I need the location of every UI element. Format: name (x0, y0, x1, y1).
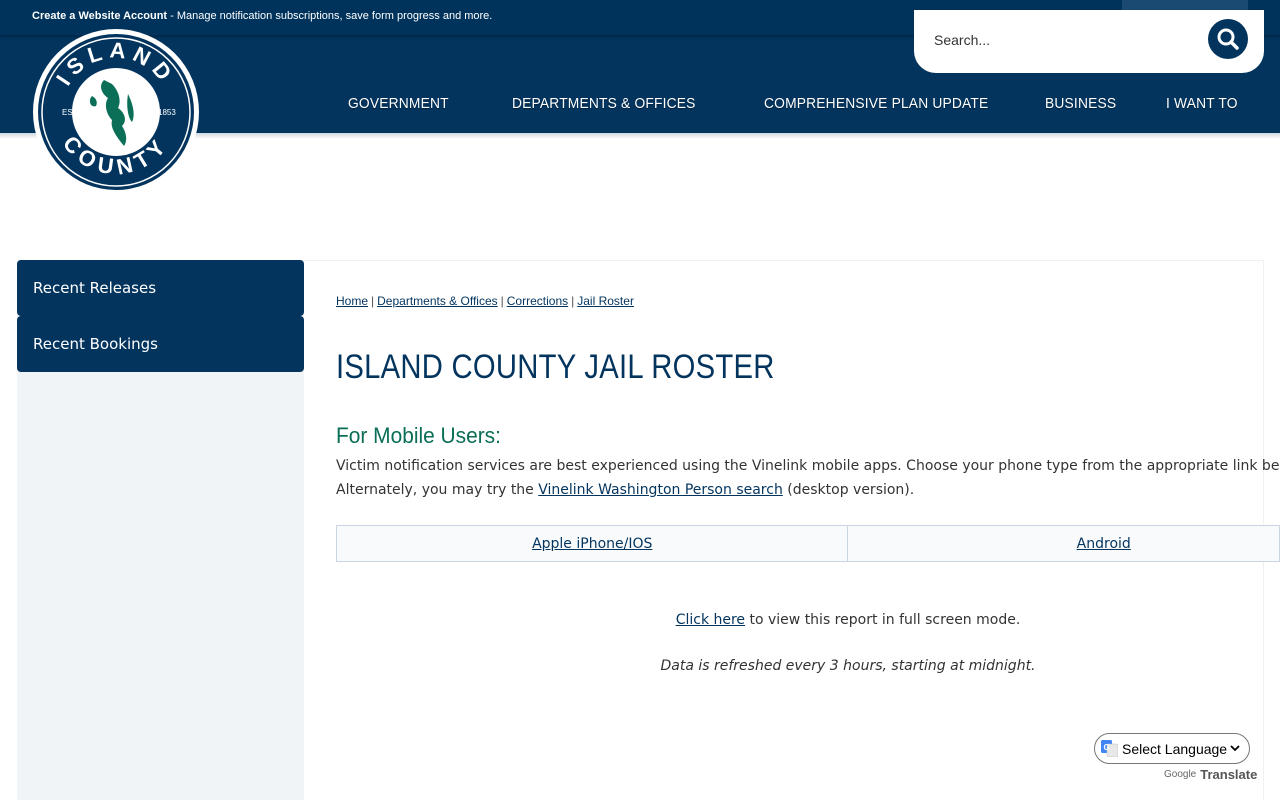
sidebar-item-recent-bookings[interactable]: Recent Bookings (17, 316, 304, 372)
refresh-note: Data is refreshed every 3 hours, startin… (660, 658, 1036, 674)
app-cell-ios: Apple iPhone/IOS (337, 526, 847, 561)
apple-ios-link[interactable]: Apple iPhone/IOS (532, 536, 652, 552)
create-account-text: Create a Website Account - Manage notifi… (32, 10, 492, 22)
fullscreen-link[interactable]: Click here (676, 612, 745, 628)
search-box (914, 10, 1264, 73)
nav-business[interactable]: BUSINESS (1045, 95, 1116, 112)
app-cell-android: Android (847, 526, 1279, 561)
sidebar-item-recent-releases[interactable]: Recent Releases (17, 260, 304, 316)
search-icon (1217, 28, 1239, 50)
powered-by-google: Google Translate (1164, 767, 1257, 782)
search-input[interactable] (934, 32, 1194, 48)
island-county-logo[interactable]: ISLAND COUNTY WASHINGTON STATE EST. 1853 (32, 28, 200, 196)
nav-comprehensive-plan-update[interactable]: COMPREHENSIVE PLAN UPDATE (764, 95, 988, 112)
mobile-users-heading: For Mobile Users: (336, 423, 501, 448)
language-select[interactable]: G Select Language (1094, 733, 1250, 764)
page-title: ISLAND COUNTY JAIL ROSTER (336, 348, 775, 386)
svg-text:EST.: EST. (62, 108, 79, 117)
breadcrumb-departments-offices[interactable]: Departments & Offices (377, 294, 498, 308)
create-account-link[interactable]: Create a Website Account (32, 10, 167, 22)
android-link[interactable]: Android (1077, 536, 1131, 552)
google-translate-icon: G (1101, 740, 1118, 757)
breadcrumb-corrections[interactable]: Corrections (507, 294, 568, 308)
vinelink-search-link[interactable]: Vinelink Washington Person search (538, 482, 783, 498)
svg-text:G: G (1104, 743, 1110, 752)
translate-link[interactable]: Translate (1200, 767, 1257, 782)
sidebar: Recent Releases Recent Bookings (17, 260, 304, 800)
breadcrumb: Home | Departments & Offices | Corrections | J… (336, 294, 634, 308)
fullscreen-line: Click here to view this report in full s… (675, 612, 1021, 628)
search-button[interactable] (1208, 19, 1248, 59)
language-select-label: Select Language (1122, 740, 1228, 757)
create-account-description: - Manage notification subscriptions, sav… (167, 10, 493, 22)
breadcrumb-home[interactable]: Home (336, 294, 368, 308)
nav-departments-offices[interactable]: DEPARTMENTS & OFFICES (512, 95, 696, 112)
breadcrumb-jail-roster[interactable]: Jail Roster (577, 294, 634, 308)
mobile-apps-table: Apple iPhone/IOS Android (336, 525, 1280, 562)
nav-i-want-to[interactable]: I WANT TO (1166, 95, 1238, 112)
google-wordmark: Google (1164, 769, 1197, 780)
chevron-down-icon (1230, 745, 1240, 752)
nav-government[interactable]: GOVERNMENT (348, 95, 449, 112)
victim-notification-text: Victim notification services are best ex… (336, 458, 1280, 474)
alternate-search-text: Alternately, you may try the Vinelink Wa… (336, 482, 915, 498)
svg-text:1853: 1853 (158, 108, 176, 117)
